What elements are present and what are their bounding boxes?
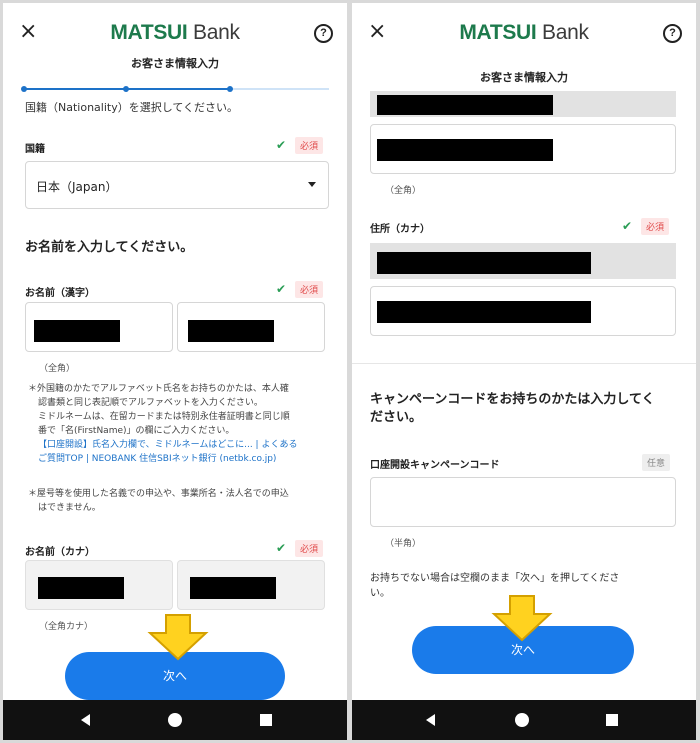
trade-name-note: ＊屋号等を使用した名義での申込や、事業所名・法人名での申込 はできません。: [28, 489, 289, 513]
redacted-value: [377, 301, 591, 323]
redacted-value: [188, 320, 274, 342]
nationality-prompt: 国籍（Nationality）を選択してください。: [25, 101, 239, 114]
redacted-value: [34, 320, 120, 342]
section-divider: [352, 363, 696, 364]
last-name-kana-input[interactable]: [25, 560, 173, 610]
full-width-hint: （全角）: [385, 186, 422, 196]
nationality-value: 日本（Japan）: [36, 180, 118, 194]
app-header: × MATSUI Bank ? お客さま情報入力: [3, 3, 347, 103]
android-nav-bar: [3, 700, 347, 740]
recents-icon[interactable]: [606, 714, 618, 726]
alphabet-name-note: ＊外国籍のかたでアルファベット氏名をお持ちのかたは、本人確 認書類と同じ表記順で…: [28, 382, 333, 466]
progress-step-dot: [21, 86, 27, 92]
help-icon[interactable]: ?: [663, 24, 682, 43]
back-icon[interactable]: [81, 714, 90, 726]
faq-link[interactable]: 【口座開設】氏名入力欄で、ミドルネームはどこに... | よくある: [28, 438, 333, 452]
name-kanji-label: お名前（漢字）: [25, 288, 95, 299]
android-nav-bar: [352, 700, 696, 740]
check-icon: ✔: [276, 138, 287, 152]
recents-icon[interactable]: [260, 714, 272, 726]
screen-title: お客さま情報入力: [131, 57, 219, 70]
right-phone-screen: × MATSUI Bank ? お客さま情報入力 （全角） 住所（カナ） ✔ 必…: [352, 3, 696, 740]
down-arrow-annotation-icon: [491, 595, 553, 642]
required-badge: 必須: [295, 281, 324, 298]
check-icon: ✔: [276, 541, 287, 555]
progress-step-dot: [227, 86, 233, 92]
redacted-value: [377, 252, 591, 274]
name-heading: お名前を入力してください。: [25, 240, 194, 255]
matsui-bank-logo: MATSUI Bank: [110, 21, 240, 44]
down-arrow-annotation-icon: [147, 614, 209, 661]
campaign-code-input[interactable]: [370, 477, 676, 527]
home-icon[interactable]: [515, 713, 529, 727]
nationality-label: 国籍: [25, 144, 45, 155]
last-name-kanji-input[interactable]: [25, 302, 173, 352]
redacted-value: [190, 577, 276, 599]
address-kanji-input[interactable]: [370, 124, 676, 174]
first-name-kanji-input[interactable]: [177, 302, 325, 352]
caret-down-icon: [308, 182, 316, 187]
address-kana-input-top[interactable]: [370, 243, 676, 279]
redacted-value: [377, 95, 553, 115]
full-width-hint: （全角）: [39, 364, 76, 374]
redacted-value: [377, 139, 553, 161]
progress-step-dot: [123, 86, 129, 92]
full-width-kana-hint: （全角カナ）: [39, 622, 94, 632]
redacted-value: [38, 577, 124, 599]
first-name-kana-input[interactable]: [177, 560, 325, 610]
check-icon: ✔: [622, 219, 633, 233]
faq-link-continued[interactable]: ご質問TOP | NEOBANK 住信SBIネット銀行 (netbk.co.jp…: [28, 452, 333, 466]
campaign-heading: キャンペーンコードをお持ちのかたは入力してく ださい。: [370, 392, 655, 425]
screen-title: お客さま情報入力: [480, 71, 568, 84]
left-phone-screen: × MATSUI Bank ? お客さま情報入力 国籍（Nationality）…: [3, 3, 347, 740]
optional-badge: 任意: [642, 454, 671, 471]
half-width-hint: （半角）: [385, 539, 422, 549]
required-badge: 必須: [295, 540, 324, 557]
help-icon[interactable]: ?: [314, 24, 333, 43]
name-kana-label: お名前（カナ）: [25, 547, 95, 558]
required-badge: 必須: [295, 137, 324, 154]
check-icon: ✔: [276, 282, 287, 296]
required-badge: 必須: [641, 218, 670, 235]
address-kana-input[interactable]: [370, 286, 676, 336]
address-kanji-input-top[interactable]: [370, 91, 676, 117]
address-kana-label: 住所（カナ）: [370, 224, 430, 235]
app-header: × MATSUI Bank ? お客さま情報入力: [352, 3, 696, 93]
home-icon[interactable]: [168, 713, 182, 727]
back-icon[interactable]: [426, 714, 435, 726]
matsui-bank-logo: MATSUI Bank: [459, 21, 589, 44]
nationality-select[interactable]: 日本（Japan）: [25, 161, 329, 209]
campaign-code-label: 口座開設キャンペーンコード: [370, 460, 500, 471]
progress-bar: [21, 86, 329, 92]
